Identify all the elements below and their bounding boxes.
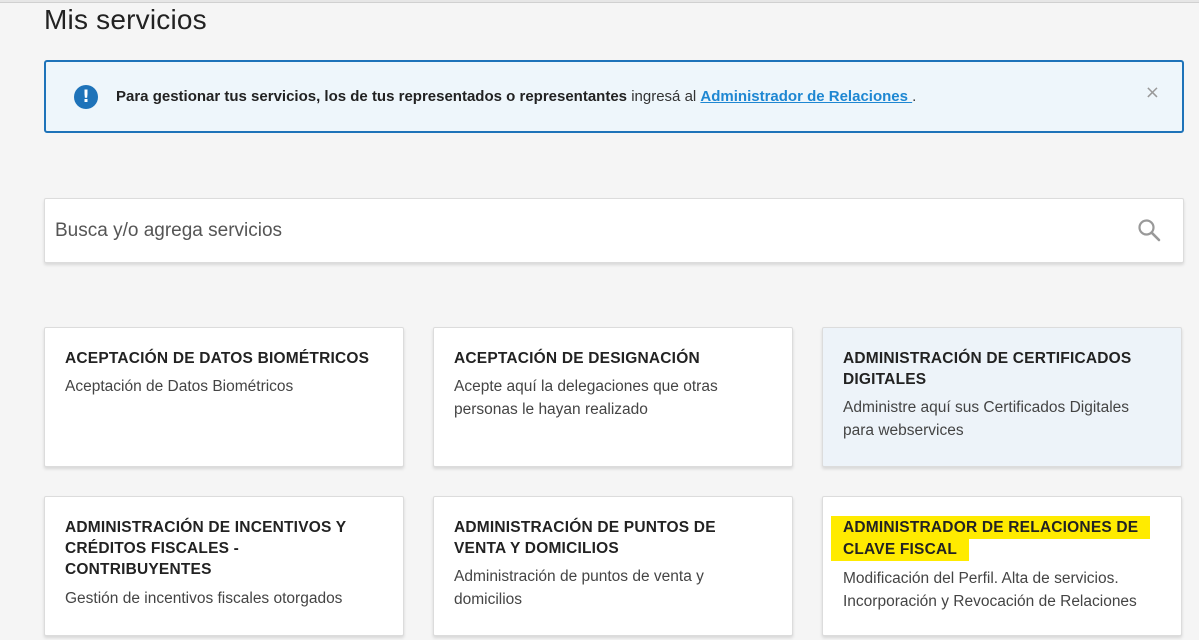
service-card-description: Modificación del Perfil. Alta de servici… [843, 570, 1137, 610]
service-card-title: ACEPTACIÓN DE DATOS BIOMÉTRICOS [65, 350, 370, 367]
service-card-title: ADMINISTRACIÓN DE INCENTIVOS Y CRÉDITOS … [65, 519, 347, 578]
search-icon[interactable] [1137, 218, 1161, 242]
service-card-description: Acepte aquí la delegaciones que otras pe… [454, 378, 718, 418]
alert-message-bold: Para gestionar tus servicios, los de tus… [116, 88, 628, 105]
page-title: Mis servicios [44, 4, 207, 35]
service-card[interactable]: ADMINISTRACIÓN DE INCENTIVOS Y CRÉDITOS … [44, 496, 404, 636]
top-border [0, 0, 1199, 3]
service-card-title: ADMINISTRACIÓN DE CERTIFICADOS DIGITALES [843, 350, 1132, 388]
service-card-description: Aceptación de Datos Biométricos [65, 378, 294, 395]
alert-message-end: . [912, 88, 917, 105]
close-icon[interactable]: × [1145, 82, 1160, 103]
administrador-relaciones-link[interactable]: Administrador de Relaciones [700, 88, 912, 105]
alert-message-plain: ingresá al [627, 88, 701, 105]
service-card[interactable]: ADMINISTRACIÓN DE CERTIFICADOS DIGITALES… [822, 327, 1182, 467]
search-input[interactable] [55, 209, 1115, 252]
service-card-title: ADMINISTRACIÓN DE PUNTOS DE VENTA Y DOMI… [454, 519, 716, 557]
service-card-description: Administre aquí sus Certificados Digital… [843, 399, 1130, 439]
exclamation-circle-icon: ! [74, 85, 98, 109]
service-card-title: ACEPTACIÓN DE DESIGNACIÓN [454, 350, 700, 367]
service-card-description: Administración de puntos de venta y domi… [454, 568, 704, 608]
service-card-title: ADMINISTRADOR DE RELACIONES DE CLAVE FIS… [831, 516, 1161, 561]
service-card[interactable]: ADMINISTRADOR DE RELACIONES DE CLAVE FIS… [822, 496, 1182, 636]
search-box [44, 198, 1184, 263]
service-card[interactable]: ACEPTACIÓN DE DESIGNACIÓN Acepte aquí la… [433, 327, 793, 467]
service-card[interactable]: ADMINISTRACIÓN DE PUNTOS DE VENTA Y DOMI… [433, 496, 793, 636]
highlighted-title: ADMINISTRADOR DE RELACIONES DE CLAVE FIS… [831, 516, 1151, 561]
service-card-description: Gestión de incentivos fiscales otorgados [65, 590, 343, 607]
service-card[interactable]: ACEPTACIÓN DE DATOS BIOMÉTRICOS Aceptaci… [44, 327, 404, 467]
alert-message: Para gestionar tus servicios, los de tus… [116, 88, 916, 105]
info-alert: ! Para gestionar tus servicios, los de t… [44, 60, 1184, 133]
